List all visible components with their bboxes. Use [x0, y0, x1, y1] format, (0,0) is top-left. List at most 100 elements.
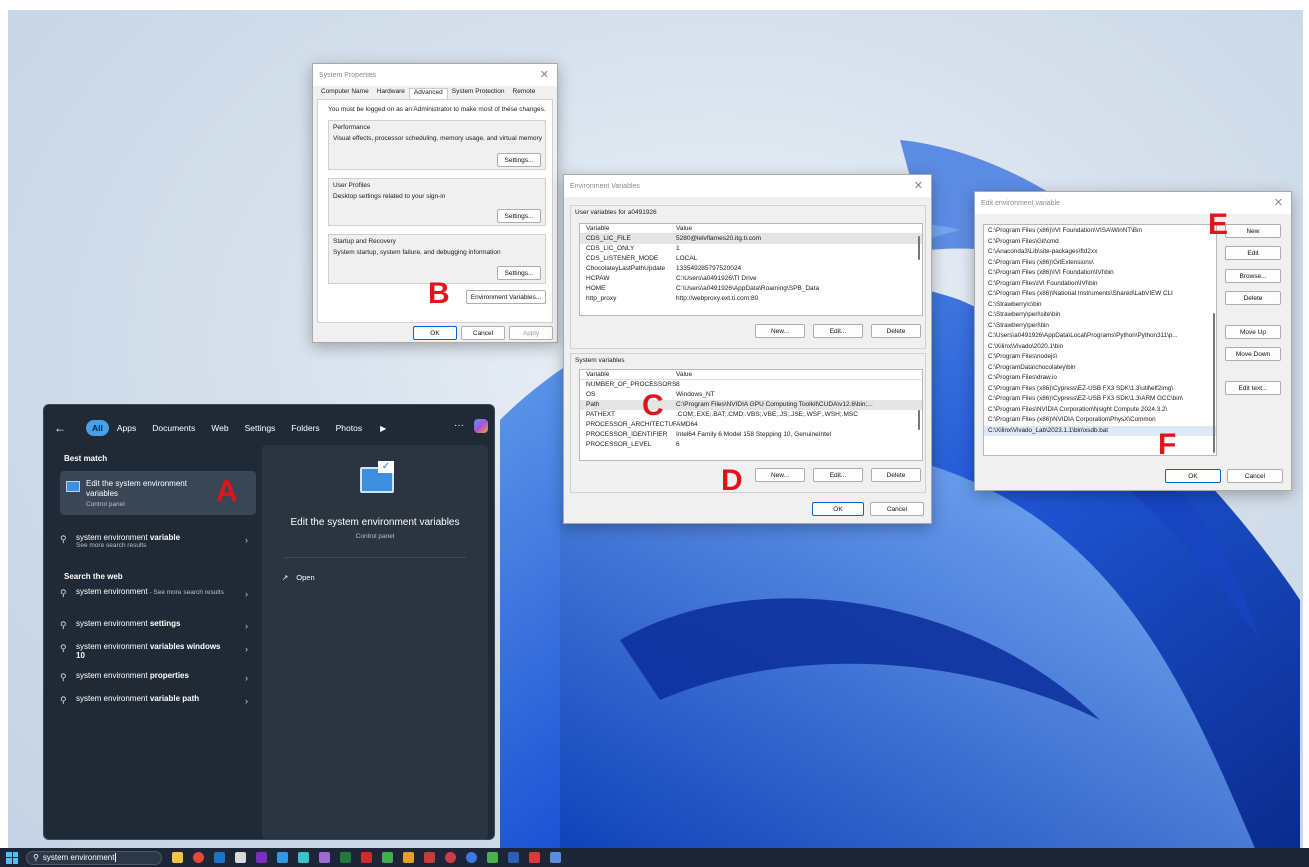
acrobat-icon[interactable] — [361, 852, 372, 863]
vscode-icon[interactable] — [277, 852, 288, 863]
table-row[interactable]: PROCESSOR_ARCHITECTURE AMD64 — [580, 420, 922, 430]
cancel-button[interactable]: Cancel — [870, 502, 924, 516]
user-edit-button[interactable]: Edit... — [813, 324, 863, 338]
environment-variables-button[interactable]: Environment Variables... — [466, 290, 546, 304]
open-action[interactable]: ↗ Open — [282, 573, 315, 582]
table-row[interactable]: HCPAW C:\Users\a0491926\TI Drive — [580, 274, 922, 284]
app-icon[interactable] — [550, 852, 561, 863]
list-item[interactable]: C:\Program Files (x86)\National Instrume… — [984, 289, 1216, 300]
table-row[interactable]: PROCESSOR_LEVEL 6 — [580, 440, 922, 450]
filter-documents[interactable]: Documents — [144, 420, 203, 436]
move-down-button[interactable]: Move Down — [1225, 347, 1281, 361]
list-item[interactable]: C:\Program Files (x86)\IVI Foundation\IV… — [984, 268, 1216, 279]
list-item[interactable]: C:\Users\a0491926\AppData\Local\Programs… — [984, 331, 1216, 342]
file-explorer-icon[interactable] — [172, 852, 183, 863]
filter-folders[interactable]: Folders — [283, 420, 327, 436]
word-icon[interactable] — [508, 852, 519, 863]
list-item[interactable]: C:\Program Files (x86)\Cypress\EZ-USB FX… — [984, 384, 1216, 395]
windows-start-icon[interactable] — [6, 851, 18, 864]
list-item[interactable]: C:\Program Files (x86)\IVI Foundation\VI… — [984, 226, 1216, 237]
table-row[interactable]: PROCESSOR_IDENTIFIER Intel64 Family 6 Mod… — [580, 430, 922, 440]
table-row[interactable]: CDS_LIC_FILE 5280@lelvflames20.itg.ti.com — [580, 234, 922, 244]
web-search-result[interactable]: ⚲ system environment settings › — [60, 619, 256, 631]
filter-apps[interactable]: Apps — [109, 420, 144, 436]
tab-system-protection[interactable]: System Protection — [448, 88, 509, 99]
list-item[interactable]: C:\Program Files\NVIDIA Corporation\Nsig… — [984, 405, 1216, 416]
tab-computer-name[interactable]: Computer Name — [317, 88, 373, 99]
app-icon[interactable] — [529, 852, 540, 863]
edit-text-button[interactable]: Edit text... — [1225, 381, 1281, 395]
app-icon[interactable] — [319, 852, 330, 863]
list-item[interactable]: C:\Program Files (x86)\Cypress\EZ-USB FX… — [984, 394, 1216, 405]
app-icon[interactable] — [445, 852, 456, 863]
table-row[interactable]: Path C:\Program Files\NVIDIA GPU Computin… — [580, 400, 922, 410]
new-button[interactable]: New — [1225, 224, 1281, 238]
column-header-variable[interactable]: Variable — [580, 224, 676, 233]
list-item[interactable]: C:\Anaconda3\Lib\site-packages\ftd2xx — [984, 247, 1216, 258]
scrollbar[interactable] — [918, 236, 920, 260]
system-edit-button[interactable]: Edit... — [813, 468, 863, 482]
user-new-button[interactable]: New... — [755, 324, 805, 338]
system-variables-list[interactable]: Variable Value NUMBER_OF_PROCESSORS 8 OS Wi… — [579, 369, 923, 461]
web-search-result[interactable]: ⚲ system environment - See more search re… — [60, 587, 256, 599]
apply-button[interactable]: Apply — [509, 326, 553, 340]
edit-button[interactable]: Edit — [1225, 246, 1281, 260]
search-result-variable[interactable]: ⚲ system environment variable See more s… — [60, 533, 256, 549]
filter-settings[interactable]: Settings — [237, 420, 284, 436]
list-item[interactable]: C:\Program Files\Git\cmd — [984, 237, 1216, 248]
outlook-icon[interactable] — [214, 852, 225, 863]
table-row[interactable]: OS Windows_NT — [580, 390, 922, 400]
tab-remote[interactable]: Remote — [509, 88, 540, 99]
move-up-button[interactable]: Move Up — [1225, 325, 1281, 339]
table-row[interactable]: CDS_LIC_ONLY 1 — [580, 244, 922, 254]
chrome-icon[interactable] — [193, 852, 204, 863]
close-icon[interactable]: ✕ — [1274, 196, 1283, 209]
column-header-value[interactable]: Value — [676, 370, 922, 379]
list-item[interactable]: C:\Strawberry\c\bin — [984, 300, 1216, 311]
web-search-result[interactable]: ⚲ system environment properties › — [60, 671, 256, 683]
tab-advanced[interactable]: Advanced — [408, 88, 448, 99]
filter-photos[interactable]: Photos — [328, 420, 370, 436]
table-row[interactable]: PATHEXT .COM;.EXE;.BAT;.CMD;.VBS;.VBE;.JS… — [580, 410, 922, 420]
app-icon[interactable] — [487, 852, 498, 863]
tab-hardware[interactable]: Hardware — [373, 88, 409, 99]
list-item[interactable]: C:\Strawberry\perl\site\bin — [984, 310, 1216, 321]
table-row[interactable]: ChocolateyLastPathUpdate 1335492857975200… — [580, 264, 922, 274]
scrollbar[interactable] — [1213, 313, 1215, 453]
list-item[interactable]: C:\Program Files\draw.io — [984, 373, 1216, 384]
webex-icon[interactable] — [298, 852, 309, 863]
user-delete-button[interactable]: Delete — [871, 324, 921, 338]
app-icon[interactable] — [403, 852, 414, 863]
list-item[interactable]: C:\Program Files\nodejs\ — [984, 352, 1216, 363]
list-item[interactable]: C:\Program Files\IVI Foundation\IVI\bin — [984, 279, 1216, 290]
startup-recovery-settings-button[interactable]: Settings... — [497, 266, 541, 280]
excel-icon[interactable] — [340, 852, 351, 863]
maps-icon[interactable] — [466, 852, 477, 863]
web-search-result[interactable]: ⚲ system environment variables windows 10… — [60, 642, 256, 660]
path-list[interactable]: C:\Program Files (x86)\IVI Foundation\VI… — [983, 224, 1217, 456]
environment-variables-titlebar[interactable]: Environment Variables ✕ — [564, 175, 931, 197]
performance-settings-button[interactable]: Settings... — [497, 153, 541, 167]
app-icon[interactable] — [424, 852, 435, 863]
cancel-button[interactable]: Cancel — [461, 326, 505, 340]
app-icon[interactable] — [382, 852, 393, 863]
more-icon[interactable]: ··· — [454, 420, 464, 431]
column-header-variable[interactable]: Variable — [580, 370, 676, 379]
onenote-icon[interactable] — [256, 852, 267, 863]
user-profiles-settings-button[interactable]: Settings... — [497, 209, 541, 223]
delete-button[interactable]: Delete — [1225, 291, 1281, 305]
list-item[interactable]: C:\Xilinx\Vivado_Lab\2023.1.1\bin\xsdb.b… — [984, 425, 1216, 436]
scrollbar[interactable] — [918, 410, 920, 430]
web-search-result[interactable]: ⚲ system environment variable path › — [60, 694, 256, 706]
table-row[interactable]: HOME C:\Users\a0491926\AppData\Roaming\SP… — [580, 284, 922, 294]
system-properties-titlebar[interactable]: System Properties ✕ — [313, 64, 557, 86]
play-icon[interactable]: ▶ — [380, 424, 386, 433]
copilot-icon[interactable] — [474, 419, 488, 433]
ok-button[interactable]: OK — [812, 502, 864, 516]
column-header-value[interactable]: Value — [676, 224, 922, 233]
close-icon[interactable]: ✕ — [540, 68, 549, 81]
user-variables-list[interactable]: Variable Value CDS_LIC_FILE 5280@lelvflam… — [579, 223, 923, 316]
list-item[interactable]: C:\Program Files (x86)\GitExtensions\ — [984, 258, 1216, 269]
ok-button[interactable]: OK — [1165, 469, 1221, 483]
close-icon[interactable]: ✕ — [914, 179, 923, 192]
